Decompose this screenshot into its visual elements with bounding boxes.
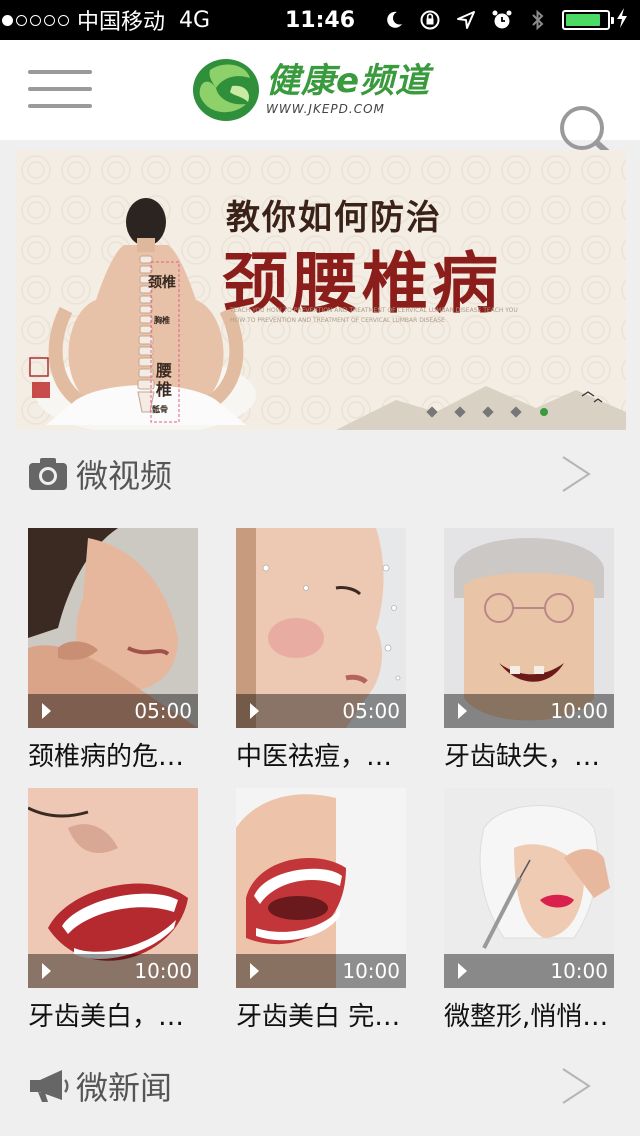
video-caption: 颈椎病的危… [28, 742, 185, 772]
carrier-name: 中国移动 [77, 10, 166, 35]
hamburger-menu-icon [28, 70, 92, 74]
video-section-title: 微视频 [76, 457, 173, 495]
spine-label-neck: 颈椎 [148, 275, 176, 291]
alarm-icon [490, 8, 514, 32]
video-duration: 05:00 [342, 699, 400, 723]
pager-dot[interactable] [426, 406, 438, 418]
video-item[interactable]: 10:00 牙齿美白，… [28, 788, 198, 1033]
banner-subtext: TEACH YOU HOW TO PREVENTION AND TREATMEN… [230, 307, 518, 324]
battery-icon [562, 10, 614, 30]
spine-label-sacrum: 骶骨 [152, 405, 168, 414]
spine-label-waist-2: 椎 [156, 380, 173, 399]
location-arrow-icon [454, 8, 478, 32]
play-icon [458, 703, 467, 719]
pager-dot-active[interactable] [540, 408, 548, 416]
video-item[interactable]: 05:00 中医祛痘，… [236, 528, 406, 773]
video-thumbnail: 05:00 [28, 528, 198, 728]
video-caption: 中医祛痘，… [236, 742, 393, 772]
video-duration: 10:00 [342, 959, 400, 983]
logo-icon [193, 59, 259, 121]
video-caption: 牙齿美白，… [28, 1002, 185, 1032]
pager-dot[interactable] [510, 406, 522, 418]
video-thumbnail: 10:00 [28, 788, 198, 988]
menu-button[interactable] [28, 70, 92, 114]
bluetooth-icon [526, 8, 550, 32]
video-duration: 05:00 [134, 699, 192, 723]
rotation-lock-icon [418, 8, 442, 32]
logo: 健康e频道 WWW.JKEPD.COM [190, 56, 430, 122]
network-type: 4G [179, 7, 211, 33]
video-thumbnail: 05:00 [236, 528, 406, 728]
video-thumbnail: 10:00 [444, 788, 614, 988]
video-caption: 微整形,悄悄… [444, 1002, 609, 1032]
play-icon [42, 703, 51, 719]
video-item[interactable]: 10:00 牙齿美白 完… [236, 788, 406, 1033]
video-item[interactable]: 10:00 微整形,悄悄… [444, 788, 614, 1033]
nav-bar: 健康e频道 WWW.JKEPD.COM [0, 40, 640, 161]
status-bar: 中国移动 4G 11:46 [0, 0, 640, 40]
carousel-pager[interactable] [426, 406, 548, 418]
video-duration: 10:00 [134, 959, 192, 983]
news-section-header[interactable]: 微新闻 [0, 1056, 640, 1116]
video-item[interactable]: 05:00 颈椎病的危… [28, 528, 198, 773]
video-caption: 牙齿缺失，… [444, 742, 601, 772]
signal-strength-icon [2, 14, 69, 26]
chevron-right-icon[interactable] [560, 1066, 592, 1106]
pager-dot[interactable] [454, 406, 466, 418]
megaphone-icon [30, 1070, 69, 1102]
play-icon [250, 963, 259, 979]
video-item[interactable]: 10:00 牙齿缺失，… [444, 528, 614, 773]
play-icon [458, 963, 467, 979]
video-caption: 牙齿美白 完… [236, 1002, 401, 1032]
charging-icon [616, 7, 628, 33]
video-section-header[interactable]: 微视频 [0, 444, 640, 504]
play-icon [42, 963, 51, 979]
news-section-title: 微新闻 [76, 1069, 173, 1107]
video-thumbnail: 10:00 [236, 788, 406, 988]
logo-name: 健康e频道 [266, 61, 431, 101]
banner-carousel[interactable]: 教你如何防治 颈腰椎病 TEACH YOU HOW TO PREVENTION … [16, 150, 626, 430]
moon-icon [382, 8, 406, 32]
play-icon [250, 703, 259, 719]
video-thumbnail: 10:00 [444, 528, 614, 728]
video-duration: 10:00 [550, 959, 608, 983]
logo-url: WWW.JKEPD.COM [266, 102, 385, 116]
video-duration: 10:00 [550, 699, 608, 723]
spine-label-chest: 胸椎 [154, 316, 170, 325]
camera-icon [29, 458, 67, 490]
pager-dot[interactable] [482, 406, 494, 418]
chevron-right-icon[interactable] [560, 454, 592, 494]
